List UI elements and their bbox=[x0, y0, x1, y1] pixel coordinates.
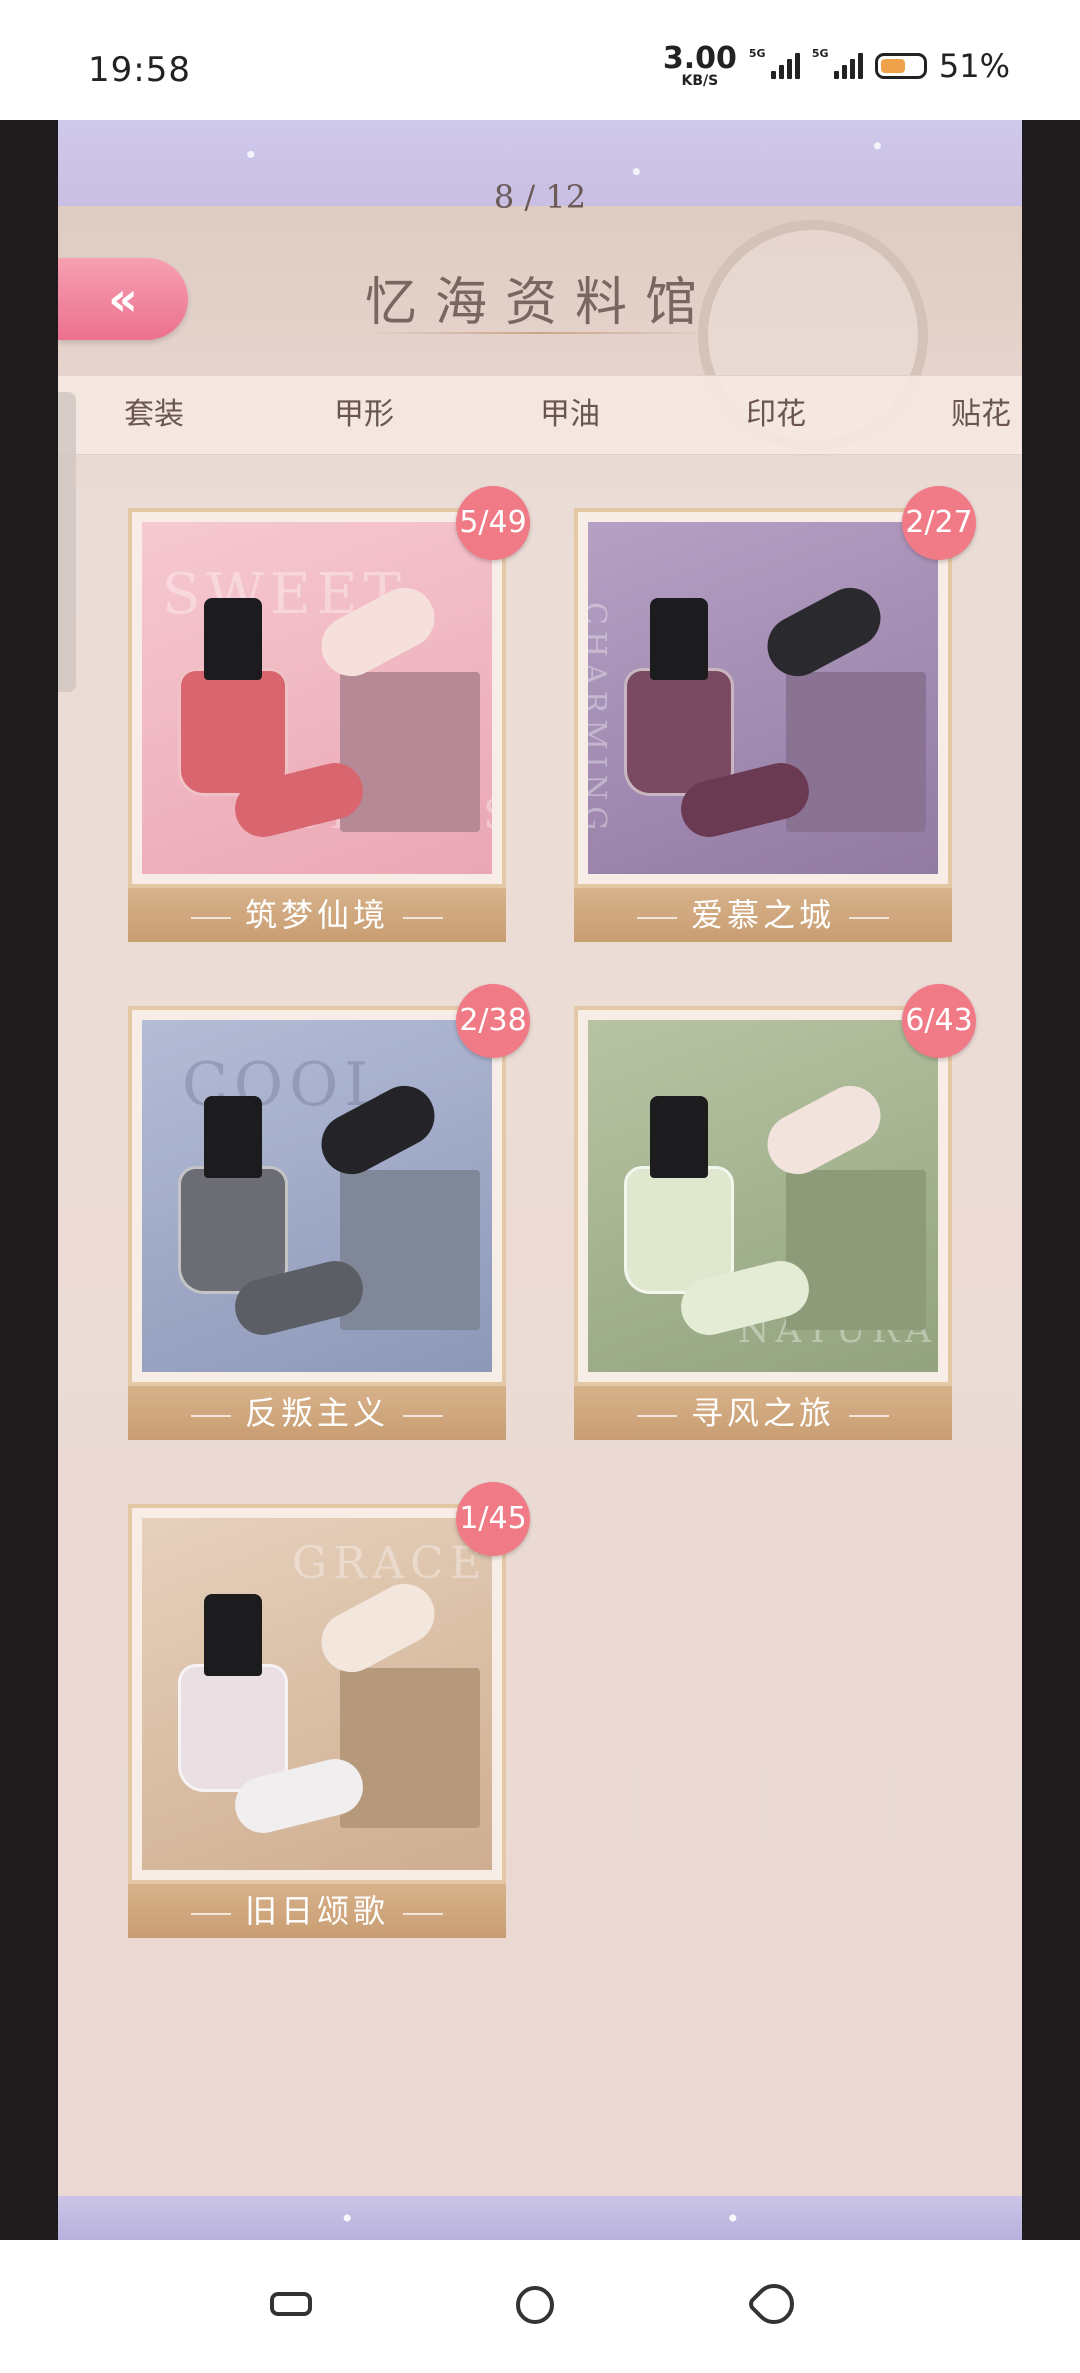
collection-card[interactable]: GRACE 旧日颂歌 1/45 bbox=[128, 1482, 530, 1938]
status-time: 19:58 bbox=[88, 50, 191, 90]
recent-apps-icon[interactable] bbox=[270, 2292, 312, 2316]
card-title: 筑梦仙境 bbox=[128, 888, 506, 942]
nail-tip bbox=[756, 1075, 892, 1185]
gift-box bbox=[786, 1170, 926, 1330]
gift-box bbox=[340, 1170, 480, 1330]
bottom-sparkle-band bbox=[58, 2196, 1022, 2240]
gift-box bbox=[340, 1668, 480, 1828]
polish-bottle bbox=[178, 1096, 288, 1296]
gift-box bbox=[340, 672, 480, 832]
title-divider bbox=[358, 332, 718, 334]
gift-box bbox=[786, 672, 926, 832]
collection-card[interactable]: CHARMING 爱慕之城 2/27 bbox=[574, 486, 976, 942]
polish-bottle bbox=[624, 1096, 734, 1296]
progress-badge: 2/38 bbox=[456, 984, 530, 1058]
card-title: 寻风之旅 bbox=[574, 1386, 952, 1440]
collection-card[interactable]: SWEET DREAMS 筑梦仙境 5/49 bbox=[128, 486, 530, 942]
card-artwork: SWEET DREAMS bbox=[142, 522, 492, 874]
card-title: 爱慕之城 bbox=[574, 888, 952, 942]
tab-nail-shape[interactable]: 甲形 bbox=[334, 376, 394, 454]
card-artwork: CHARMING bbox=[588, 522, 938, 874]
status-icons: 3.00 KB/S 5G 5G 51% bbox=[662, 41, 1010, 89]
nail-tip bbox=[310, 1573, 446, 1683]
progress-badge: 5/49 bbox=[456, 486, 530, 560]
page-indicator: 8 / 12 bbox=[493, 178, 587, 216]
card-artwork: NATURAL bbox=[588, 1020, 938, 1372]
battery-icon bbox=[874, 53, 927, 79]
card-artwork: COOL bbox=[142, 1020, 492, 1372]
progress-badge: 2/27 bbox=[902, 486, 976, 560]
back-button[interactable]: « bbox=[58, 258, 188, 340]
network-speed: 3.00 KB/S bbox=[662, 41, 737, 89]
card-title: 反叛主义 bbox=[128, 1386, 506, 1440]
collection-card[interactable]: NATURAL 寻风之旅 6/43 bbox=[574, 984, 976, 1440]
tab-nail-polish[interactable]: 甲油 bbox=[540, 376, 600, 454]
right-border bbox=[1022, 120, 1080, 2240]
progress-badge: 1/45 bbox=[456, 1482, 530, 1556]
battery-percent: 51% bbox=[938, 47, 1010, 85]
polish-bottle bbox=[624, 598, 734, 798]
game-screen: 8 / 12 忆海资料馆 « 套装 甲形 甲油 印花 贴花 SWEET DREA… bbox=[58, 120, 1022, 2240]
left-border bbox=[0, 120, 58, 2240]
side-handle[interactable] bbox=[58, 392, 76, 692]
polish-bottle bbox=[178, 598, 288, 798]
status-bar: 19:58 3.00 KB/S 5G 5G 51% bbox=[0, 0, 1080, 120]
tab-sticker[interactable]: 贴花 bbox=[951, 376, 1011, 454]
nail-tip bbox=[756, 577, 892, 687]
signal-icon: 5G bbox=[749, 47, 800, 79]
category-tabs: 套装 甲形 甲油 印花 贴花 bbox=[58, 375, 1022, 455]
progress-badge: 6/43 bbox=[902, 984, 976, 1058]
double-chevron-left-icon: « bbox=[108, 272, 138, 326]
signal-icon-2: 5G bbox=[812, 47, 863, 79]
tab-suit[interactable]: 套装 bbox=[124, 376, 184, 454]
card-artwork: GRACE bbox=[142, 1518, 492, 1870]
tab-print[interactable]: 印花 bbox=[746, 376, 806, 454]
home-icon[interactable] bbox=[516, 2286, 554, 2324]
page-title: 忆海资料馆 bbox=[364, 273, 715, 333]
card-title: 旧日颂歌 bbox=[128, 1884, 506, 1938]
polish-bottle bbox=[178, 1594, 288, 1794]
collection-card[interactable]: COOL 反叛主义 2/38 bbox=[128, 984, 530, 1440]
